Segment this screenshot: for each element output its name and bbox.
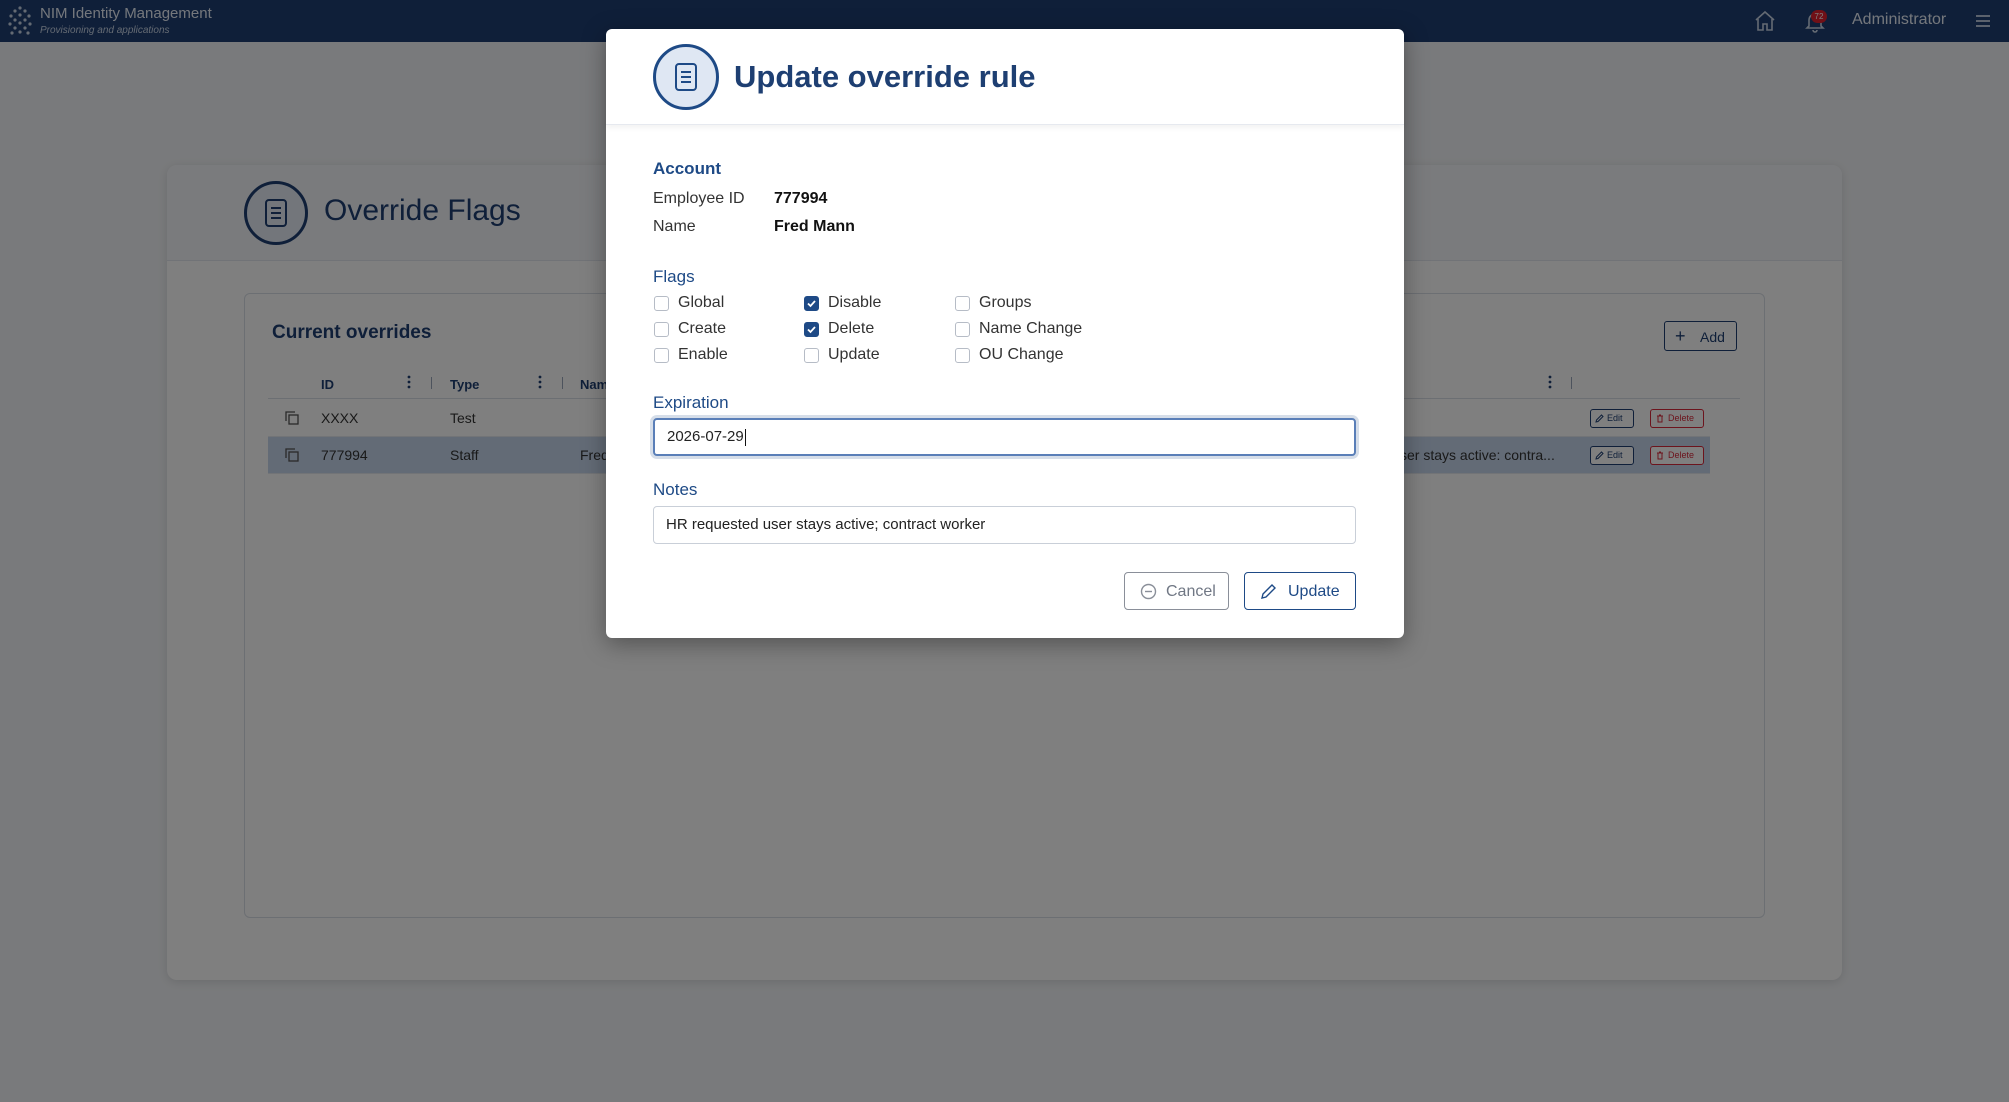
flag-label: Groups — [979, 294, 1032, 311]
cancel-label: Cancel — [1166, 583, 1216, 600]
expiration-value: 2026-07-29 — [667, 428, 744, 445]
flag-label: Update — [828, 346, 880, 363]
checkbox[interactable] — [955, 322, 970, 337]
expiration-heading: Expiration — [653, 393, 729, 412]
checkbox[interactable] — [804, 322, 819, 337]
dialog-title: Update override rule — [734, 59, 1036, 94]
checkmark-icon — [807, 326, 816, 334]
flag-global-checkbox[interactable]: Global — [654, 293, 724, 315]
flag-label: Create — [678, 320, 727, 337]
notes-input[interactable]: HR requested user stays active; contract… — [653, 506, 1356, 544]
update-override-dialog: Update override rule Account Employee ID… — [606, 29, 1404, 638]
flag-label: Delete — [828, 320, 875, 337]
name-label: Name — [653, 218, 696, 235]
checkbox[interactable] — [955, 296, 970, 311]
account-heading: Account — [653, 159, 721, 178]
employee-id-label: Employee ID — [653, 190, 745, 207]
flag-label: Enable — [678, 346, 728, 363]
checkmark-icon — [807, 300, 816, 308]
flag-ou-change-checkbox[interactable]: OU Change — [955, 345, 1064, 367]
flag-create-checkbox[interactable]: Create — [654, 319, 726, 341]
checkbox[interactable] — [654, 348, 669, 363]
checkbox[interactable] — [654, 296, 669, 311]
flag-label: OU Change — [979, 346, 1064, 363]
flag-update-checkbox[interactable]: Update — [804, 345, 880, 367]
flags-heading: Flags — [653, 267, 695, 286]
flag-name-change-checkbox[interactable]: Name Change — [955, 319, 1082, 341]
expiration-input[interactable]: 2026-07-29 — [653, 418, 1356, 456]
checkbox[interactable] — [804, 348, 819, 363]
dialog-header: Update override rule — [606, 29, 1404, 125]
pencil-icon — [1261, 584, 1276, 599]
name-value: Fred Mann — [774, 218, 855, 235]
checkbox[interactable] — [804, 296, 819, 311]
cancel-button[interactable]: Cancel — [1124, 572, 1229, 610]
flag-label: Name Change — [979, 320, 1083, 337]
text-caret — [744, 428, 746, 446]
update-button[interactable]: Update — [1244, 572, 1356, 610]
flag-label: Global — [678, 294, 725, 311]
checkbox[interactable] — [955, 348, 970, 363]
notes-heading: Notes — [653, 480, 698, 499]
document-icon — [653, 44, 719, 110]
flag-label: Disable — [828, 294, 882, 311]
employee-id-value: 777994 — [774, 190, 828, 207]
flag-groups-checkbox[interactable]: Groups — [955, 293, 1031, 315]
minus-circle-icon — [1140, 583, 1157, 600]
checkbox[interactable] — [654, 322, 669, 337]
update-label: Update — [1288, 583, 1340, 600]
flag-delete-checkbox[interactable]: Delete — [804, 319, 874, 341]
flag-enable-checkbox[interactable]: Enable — [654, 345, 728, 367]
notes-value: HR requested user stays active; contract… — [666, 516, 986, 533]
flag-disable-checkbox[interactable]: Disable — [804, 293, 881, 315]
